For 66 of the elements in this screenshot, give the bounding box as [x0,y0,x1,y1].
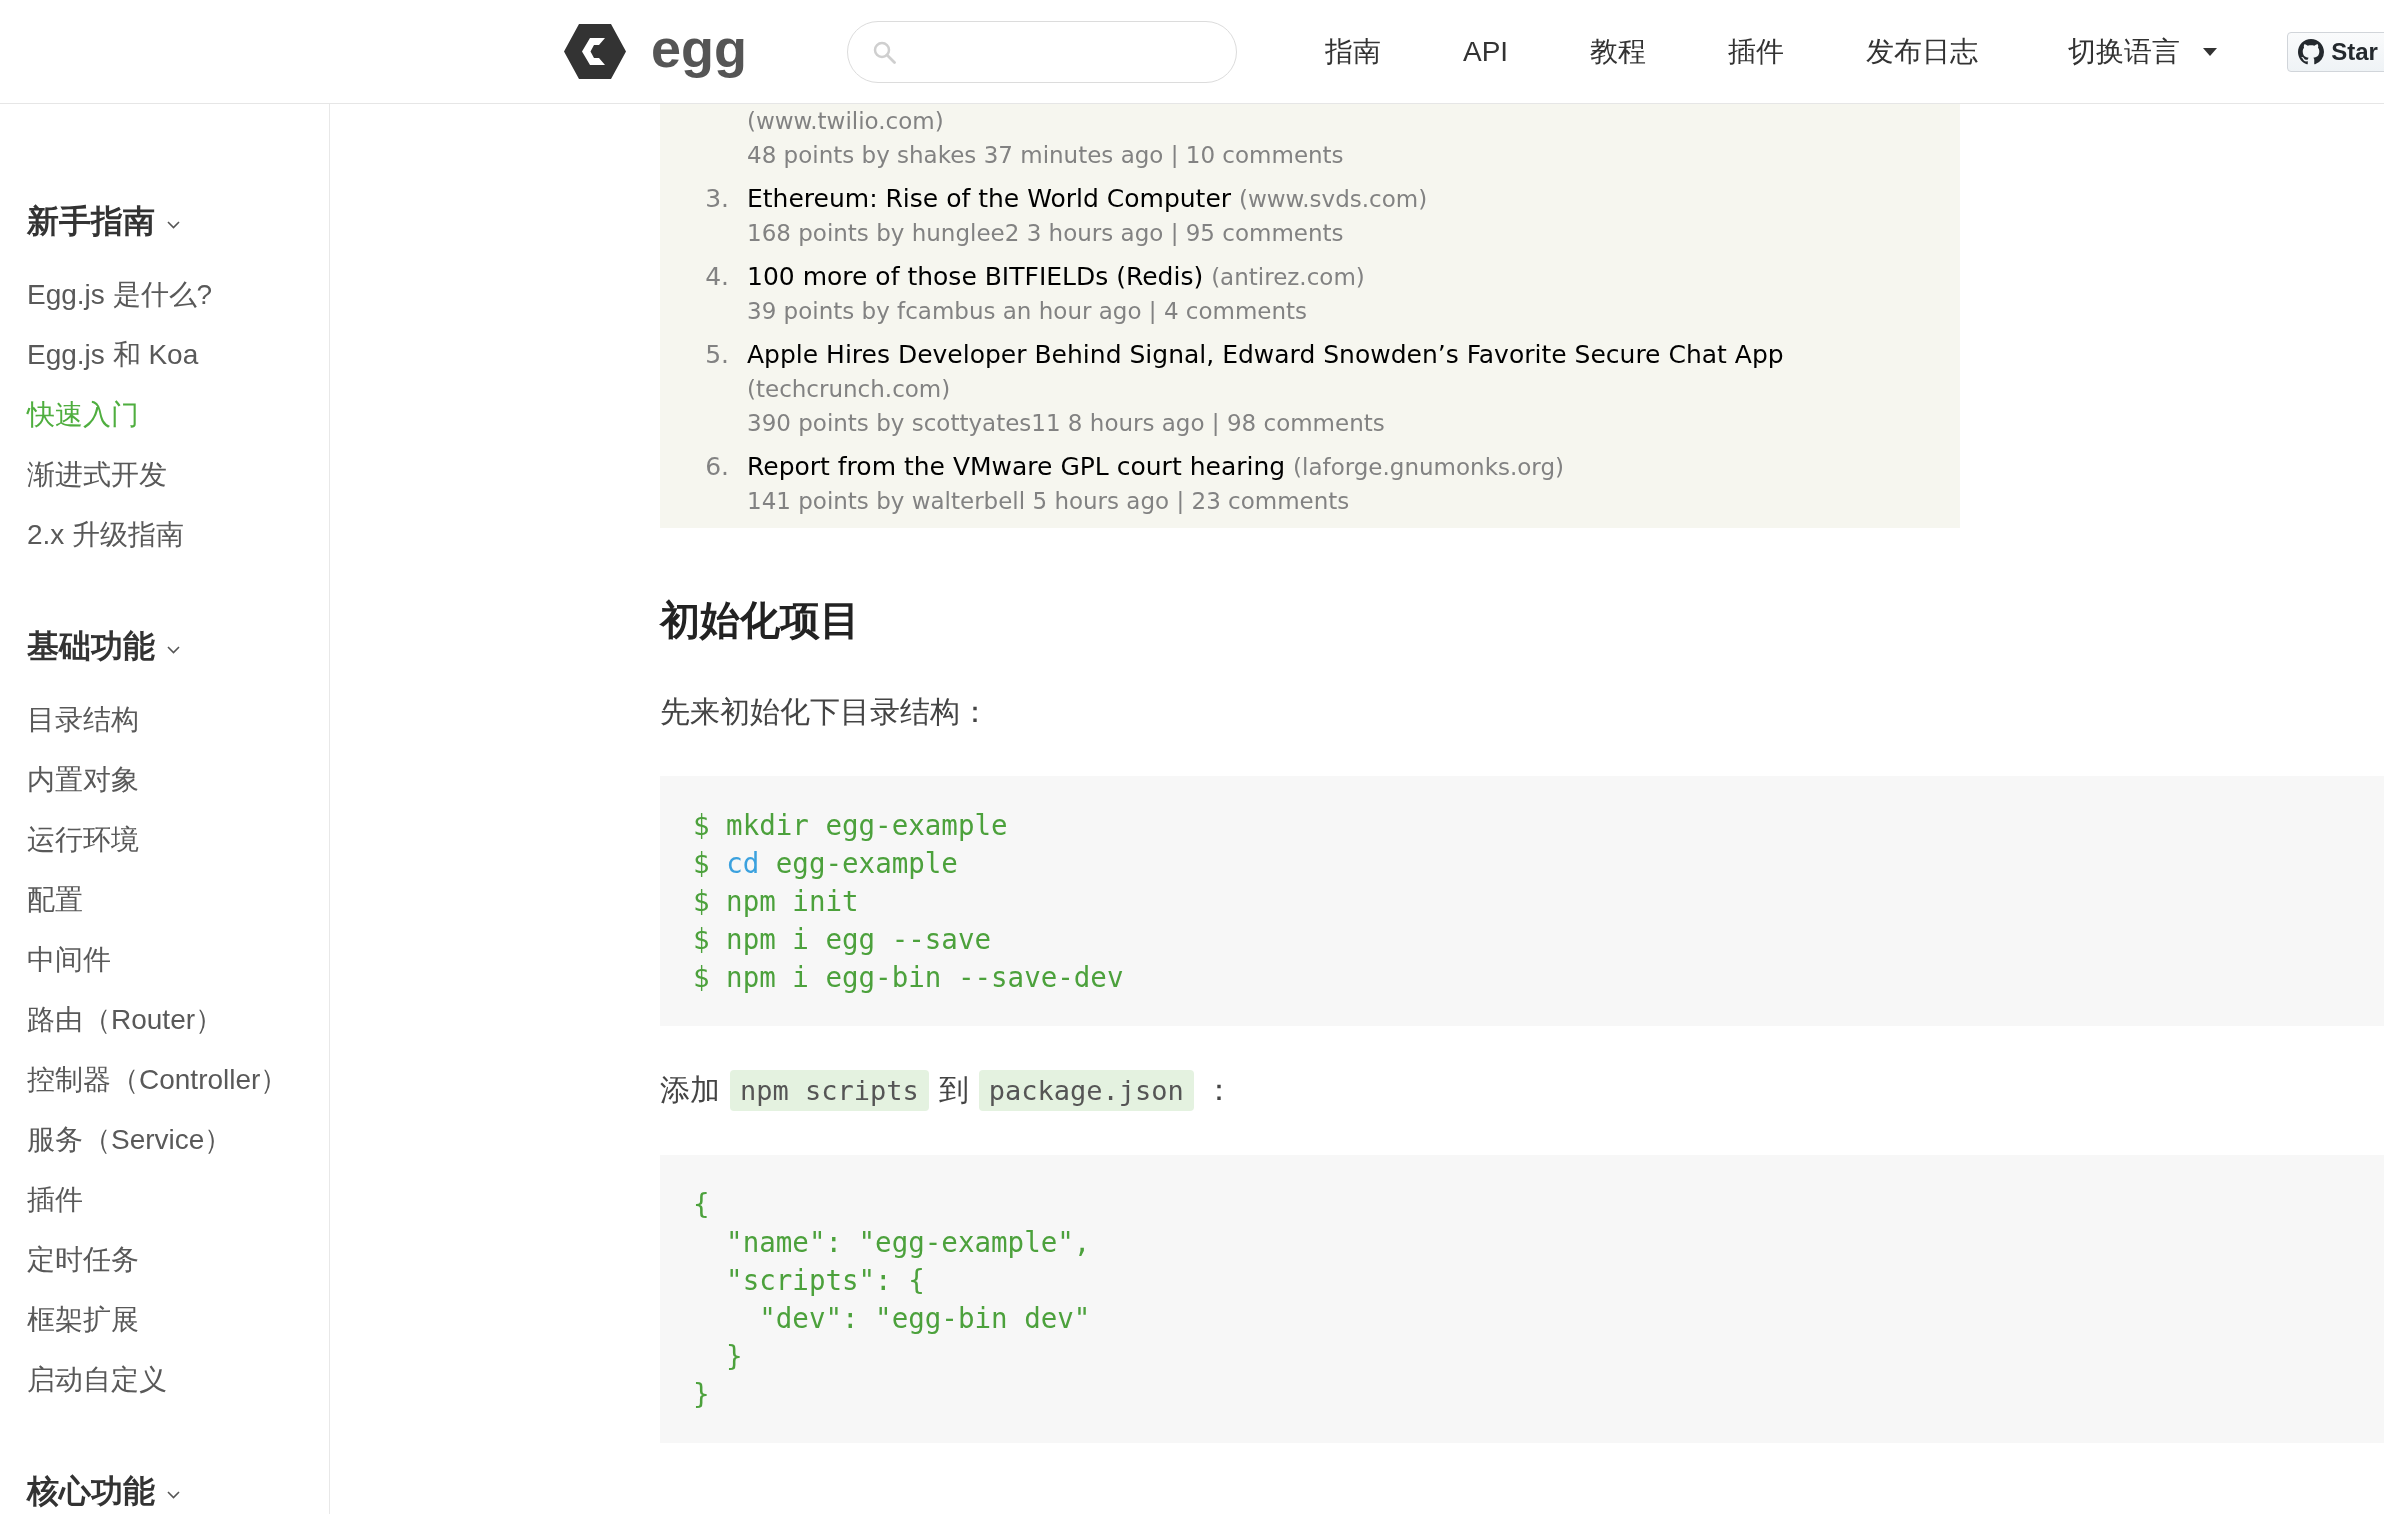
code-line: "dev": "egg-bin dev" [758,1301,1091,1336]
rank-number: 5. [704,339,729,371]
code-line: "name": "egg-example", [725,1225,1091,1260]
sidebar-link[interactable]: 服务（Service） [27,1110,233,1170]
sidebar-group-heading[interactable]: 基础功能 [27,629,180,665]
language-dropdown[interactable]: 切换语言 [2068,31,2218,72]
star-button[interactable]: Star [2287,31,2384,72]
chevron-down-icon [167,1491,180,1499]
code-line: { [693,1187,710,1222]
sidebar-link[interactable]: 框架扩展 [27,1290,139,1350]
rank-number: 6. [704,451,729,483]
sidebar-link[interactable]: 启动自定义 [27,1350,167,1410]
sidebar-link[interactable]: 定时任务 [27,1230,139,1290]
news-title-link[interactable]: Ethereum: Rise of the World Computer [747,184,1232,213]
site-domain: (www.twilio.com) [747,108,944,134]
code-line: $ cd egg-example [693,846,958,881]
rank-number: 4. [704,261,729,293]
sidebar-group-heading[interactable]: 新手指南 [27,204,180,240]
sidebar-link[interactable]: 目录结构 [27,690,139,750]
news-meta: 390 points by scottyates11 8 hours ago | 98 comments [747,409,1385,438]
search-icon [872,39,896,64]
logo-link[interactable]: egg [564,16,747,87]
rank-number: 3. [704,183,729,215]
hexagon-logo-icon [564,24,626,79]
sidebar-link[interactable]: Egg.js 是什么? [27,265,213,325]
code-line: "scripts": { [725,1263,925,1298]
sidebar-link[interactable]: 路由（Router） [27,990,224,1050]
sidebar-link[interactable]: 运行环境 [27,810,139,870]
code-line: $ mkdir egg-example [693,808,1008,843]
news-meta: 168 points by hunglee2 3 hours ago | 95 comments [747,219,1344,248]
sidebar-link[interactable]: 渐进式开发 [27,445,167,505]
sidebar-link[interactable]: Egg.js 和 Koa [27,325,199,385]
nav-link[interactable]: 教程 [1590,31,1647,72]
nav-link[interactable]: 发布日志 [1866,31,1979,72]
chevron-down-icon [167,646,180,654]
sidebar-link[interactable]: 配置 [27,870,83,930]
news-meta: 48 points by shakes 37 minutes ago | 10 comments [747,141,1344,170]
sidebar-link[interactable]: 2.x 升级指南 [27,505,185,565]
news-meta: 141 points by walterbell 5 hours ago | 23 comments [747,487,1350,516]
caret-icon [2203,47,2218,56]
code-line: $ npm i egg --save [693,922,991,957]
section-heading: 初始化项目 [660,597,860,644]
sidebar-link[interactable]: 内置对象 [27,750,139,810]
code-line: $ npm i egg-bin --save-dev [693,960,1124,995]
nav-link[interactable]: 插件 [1728,31,1785,72]
news-title-link[interactable]: Apple Hires Developer Behind Signal, Edward Snowden’s Favorite Secure Chat App [747,340,1784,369]
nav-link[interactable]: 指南 [1325,31,1381,72]
sidebar-link[interactable]: 中间件 [27,930,111,990]
site-domain: (antirez.com) [1211,264,1365,290]
paragraph: 先来初始化下目录结构： [660,694,990,730]
nav-link[interactable]: API [1463,31,1509,72]
code-line: } [725,1339,743,1374]
news-title-link[interactable]: Report from the VMware GPL court hearing [747,452,1286,481]
code-line: $ npm init [693,884,859,919]
site-domain: (laforge.gnumonks.org) [1293,454,1564,480]
cat-logo-icon [2298,38,2325,65]
site-domain: (www.svds.com) [1239,186,1428,212]
site-domain: (techcrunch.com) [747,376,951,402]
code-line: } [693,1377,710,1412]
sidebar-link[interactable]: 插件 [27,1170,83,1230]
chevron-down-icon [167,221,180,229]
sidebar-link[interactable]: 控制器（Controller） [27,1050,289,1110]
news-title-link[interactable]: 100 more of those BITFIELDs (Redis) [747,262,1204,291]
sidebar-group-heading[interactable]: 核心功能 [27,1474,180,1510]
news-meta: 39 points by fcambus an hour ago | 4 comments [747,297,1308,326]
paragraph: 添加 npm scripts 到 package.json ： [660,1068,1234,1113]
